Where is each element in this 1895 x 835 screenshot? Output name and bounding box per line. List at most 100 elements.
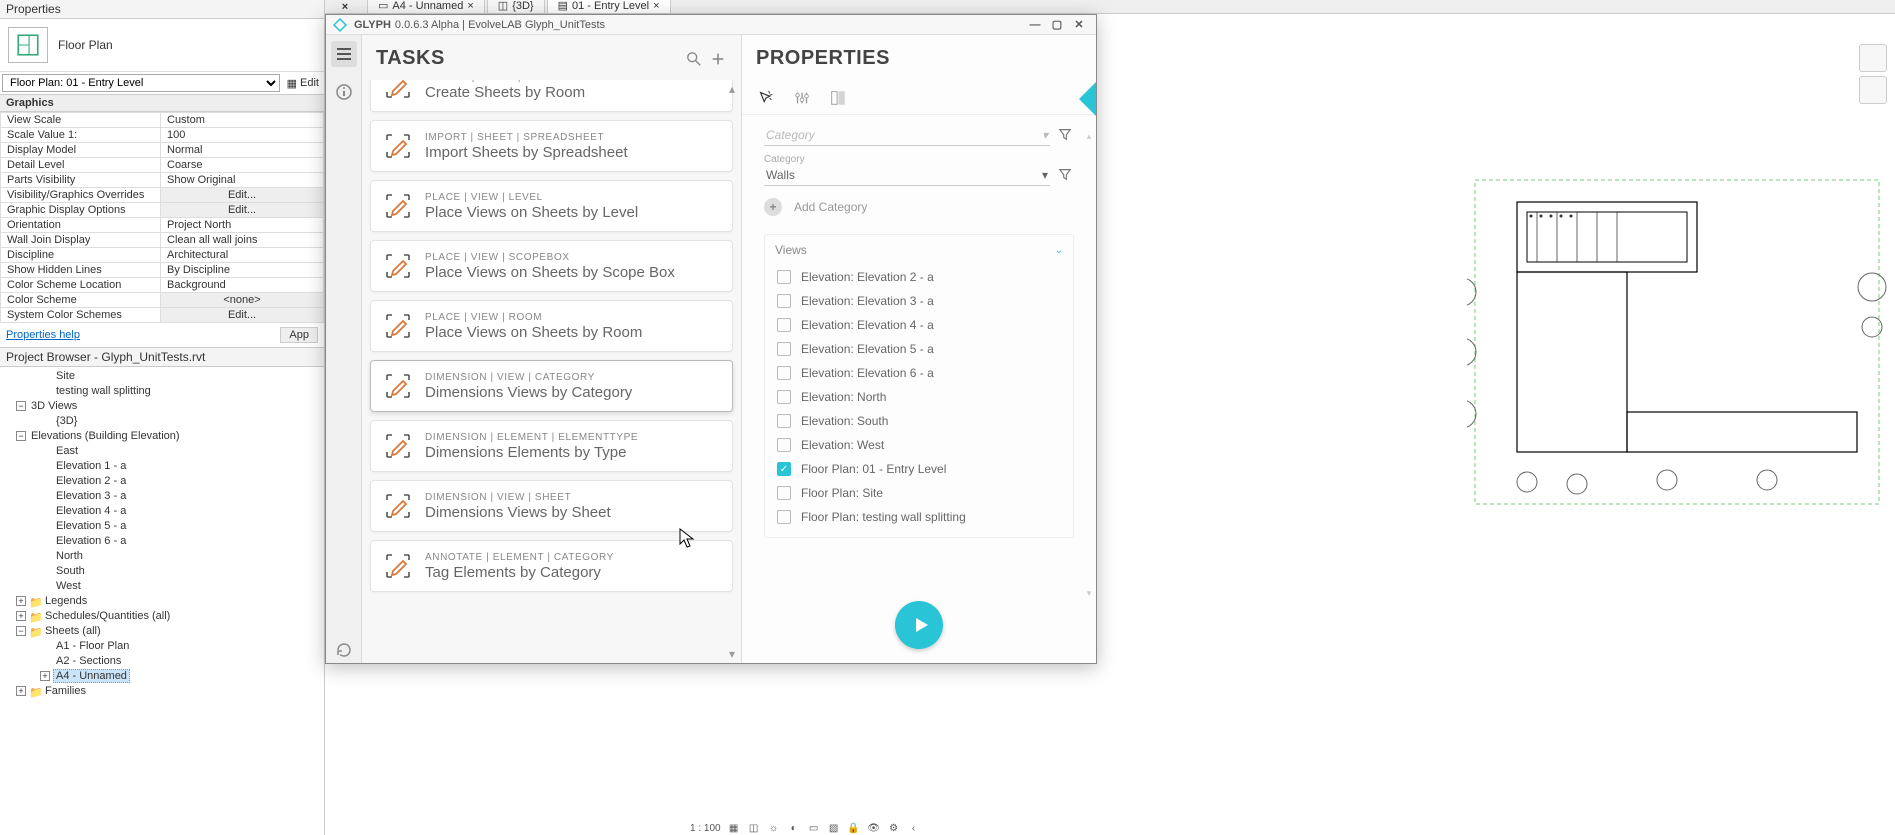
chevron-left-icon[interactable]: ‹ [907,821,921,835]
tree-group-legends[interactable]: Legends [43,595,89,607]
refresh-icon[interactable] [331,637,357,663]
home-icon[interactable] [1859,44,1887,72]
task-card[interactable]: DIMENSION | VIEW | SHEETDimensions Views… [370,480,733,532]
tree-node-elevation[interactable]: North [54,550,85,562]
view-item[interactable]: Elevation: Elevation 6 - a [775,361,1063,385]
prop-value[interactable]: 100 [161,128,324,143]
tree-node-twall[interactable]: testing wall splitting [54,385,153,397]
glyph-titlebar[interactable]: GLYPH 0.0.6.3 Alpha | EvolveLAB Glyph_Un… [326,15,1096,35]
expand-icon[interactable]: + [40,671,50,681]
expand-icon[interactable]: + [16,596,26,606]
scroll-down-icon[interactable]: ▾ [1084,588,1094,589]
checkbox-icon[interactable] [777,390,791,404]
info-icon[interactable] [331,79,357,105]
project-browser-tree[interactable]: Site testing wall splitting −3D Views {3… [0,367,324,835]
task-card[interactable]: DIMENSION | ELEMENT | ELEMENTTYPEDimensi… [370,420,733,472]
tree-node-elevation[interactable]: Elevation 6 - a [54,535,128,547]
checkbox-icon[interactable] [777,294,791,308]
add-task-icon[interactable] [709,50,727,68]
view-item[interactable]: Elevation: Elevation 5 - a [775,337,1063,361]
view-control-bar[interactable]: 1 : 100 ▦ ◫ ☼ ◐ ▭ ▧ 🔒 👁 ⚙ ‹ [690,821,921,835]
checkbox-icon[interactable] [777,414,791,428]
tree-node-sheet[interactable]: A2 - Sections [54,655,123,667]
prop-value[interactable]: Project North [161,218,324,233]
prop-value[interactable]: By Discipline [161,263,324,278]
tasks-nav-icon[interactable] [331,41,357,67]
tree-node-elevation[interactable]: Elevation 1 - a [54,460,128,472]
crop-icon[interactable]: ▭ [807,821,821,835]
add-category-button[interactable]: + Add Category [764,198,1074,216]
category1-dropdown[interactable]: Category▾ [764,125,1050,146]
checkbox-icon[interactable] [777,318,791,332]
prop-value[interactable]: Custom [161,113,324,128]
tree-node-elevation[interactable]: East [54,445,80,457]
tree-group-families[interactable]: Families [43,685,88,697]
visual-style-icon[interactable]: ◫ [747,821,761,835]
tree-node-elevation[interactable]: West [54,580,83,592]
temporary-hide-icon[interactable]: 👁 [867,821,881,835]
view-item[interactable]: Floor Plan: Site [775,481,1063,505]
tree-node-elevation[interactable]: Elevation 3 - a [54,490,128,502]
nav-widgets[interactable] [1859,44,1889,104]
view-cube-icon[interactable] [1859,76,1887,104]
collapse-icon[interactable]: − [16,431,26,441]
filter-icon[interactable] [1056,165,1074,183]
task-card[interactable]: ANNOTATE | ELEMENT | CATEGORYTag Element… [370,540,733,592]
view-item[interactable]: Elevation: West [775,433,1063,457]
checkbox-icon[interactable] [777,366,791,380]
instance-selector[interactable]: Floor Plan: 01 - Entry Level [2,74,280,92]
prop-edit-button[interactable]: <none> [161,293,324,308]
prop-value[interactable]: Normal [161,143,324,158]
tree-group-elevations[interactable]: Elevations (Building Elevation) [29,430,182,442]
view-item[interactable]: Elevation: South [775,409,1063,433]
checkbox-icon[interactable] [777,270,791,284]
task-card[interactable]: PLACE | VIEW | ROOMPlace Views on Sheets… [370,300,733,352]
prop-value[interactable]: Background [161,278,324,293]
scroll-down-icon[interactable]: ▾ [725,647,739,661]
expand-icon[interactable]: + [16,611,26,621]
layout-tab-icon[interactable] [828,88,848,108]
tree-node-elevation[interactable]: Elevation 2 - a [54,475,128,487]
expand-icon[interactable]: + [16,686,26,696]
view-item[interactable]: Floor Plan: testing wall splitting [775,505,1063,529]
prop-value[interactable]: Architectural [161,248,324,263]
tree-node-sheet[interactable]: A1 - Floor Plan [54,640,131,652]
maximize-button[interactable]: ▢ [1046,18,1068,31]
close-button[interactable]: ✕ [1068,18,1090,31]
view-item[interactable]: Elevation: Elevation 3 - a [775,289,1063,313]
task-card[interactable]: PLACE | VIEW | SCOPEBOXPlace Views on Sh… [370,240,733,292]
settings-tab-icon[interactable] [792,88,812,108]
view-item[interactable]: ✓Floor Plan: 01 - Entry Level [775,457,1063,481]
category2-dropdown[interactable]: Category Walls▾ [764,154,1050,186]
prop-value[interactable]: Coarse [161,158,324,173]
tree-node-sheet[interactable]: A4 - Unnamed [53,669,130,683]
tree-group-sheets[interactable]: Sheets (all) [43,625,103,637]
task-card[interactable]: DIMENSION | VIEW | CATEGORYDimensions Vi… [370,360,733,412]
tree-node-3d[interactable]: {3D} [54,415,79,427]
tree-node-elevation[interactable]: South [54,565,87,577]
crop-region-icon[interactable]: ▧ [827,821,841,835]
type-selector[interactable]: Floor Plan [0,19,324,72]
prop-value[interactable]: Clean all wall joins [161,233,324,248]
checkbox-icon[interactable]: ✓ [777,462,791,476]
prop-edit-button[interactable]: Edit... [161,203,324,218]
tree-group-3dviews[interactable]: 3D Views [29,400,79,412]
checkbox-icon[interactable] [777,486,791,500]
task-card[interactable]: CREATE | SHEET | ROOMCreate Sheets by Ro… [370,80,733,112]
prop-edit-button[interactable]: Edit... [161,188,324,203]
sun-path-icon[interactable]: ☼ [767,821,781,835]
search-icon[interactable] [685,50,703,68]
minimize-button[interactable]: — [1024,19,1046,31]
detail-level-icon[interactable]: ▦ [727,821,741,835]
views-section-toggle[interactable]: Views ⌄ [765,235,1073,265]
view-item[interactable]: Elevation: North [775,385,1063,409]
shadows-icon[interactable]: ◐ [787,821,801,835]
task-card[interactable]: IMPORT | SHEET | SPREADSHEETImport Sheet… [370,120,733,172]
view-scale-label[interactable]: 1 : 100 [690,823,721,834]
collapse-icon[interactable]: − [16,626,26,636]
properties-help-link[interactable]: Properties help [6,329,80,341]
tree-node-elevation[interactable]: Elevation 5 - a [54,520,128,532]
prop-value[interactable]: Show Original [161,173,324,188]
prop-edit-button[interactable]: Edit... [161,308,324,323]
view-item[interactable]: Elevation: Elevation 4 - a [775,313,1063,337]
